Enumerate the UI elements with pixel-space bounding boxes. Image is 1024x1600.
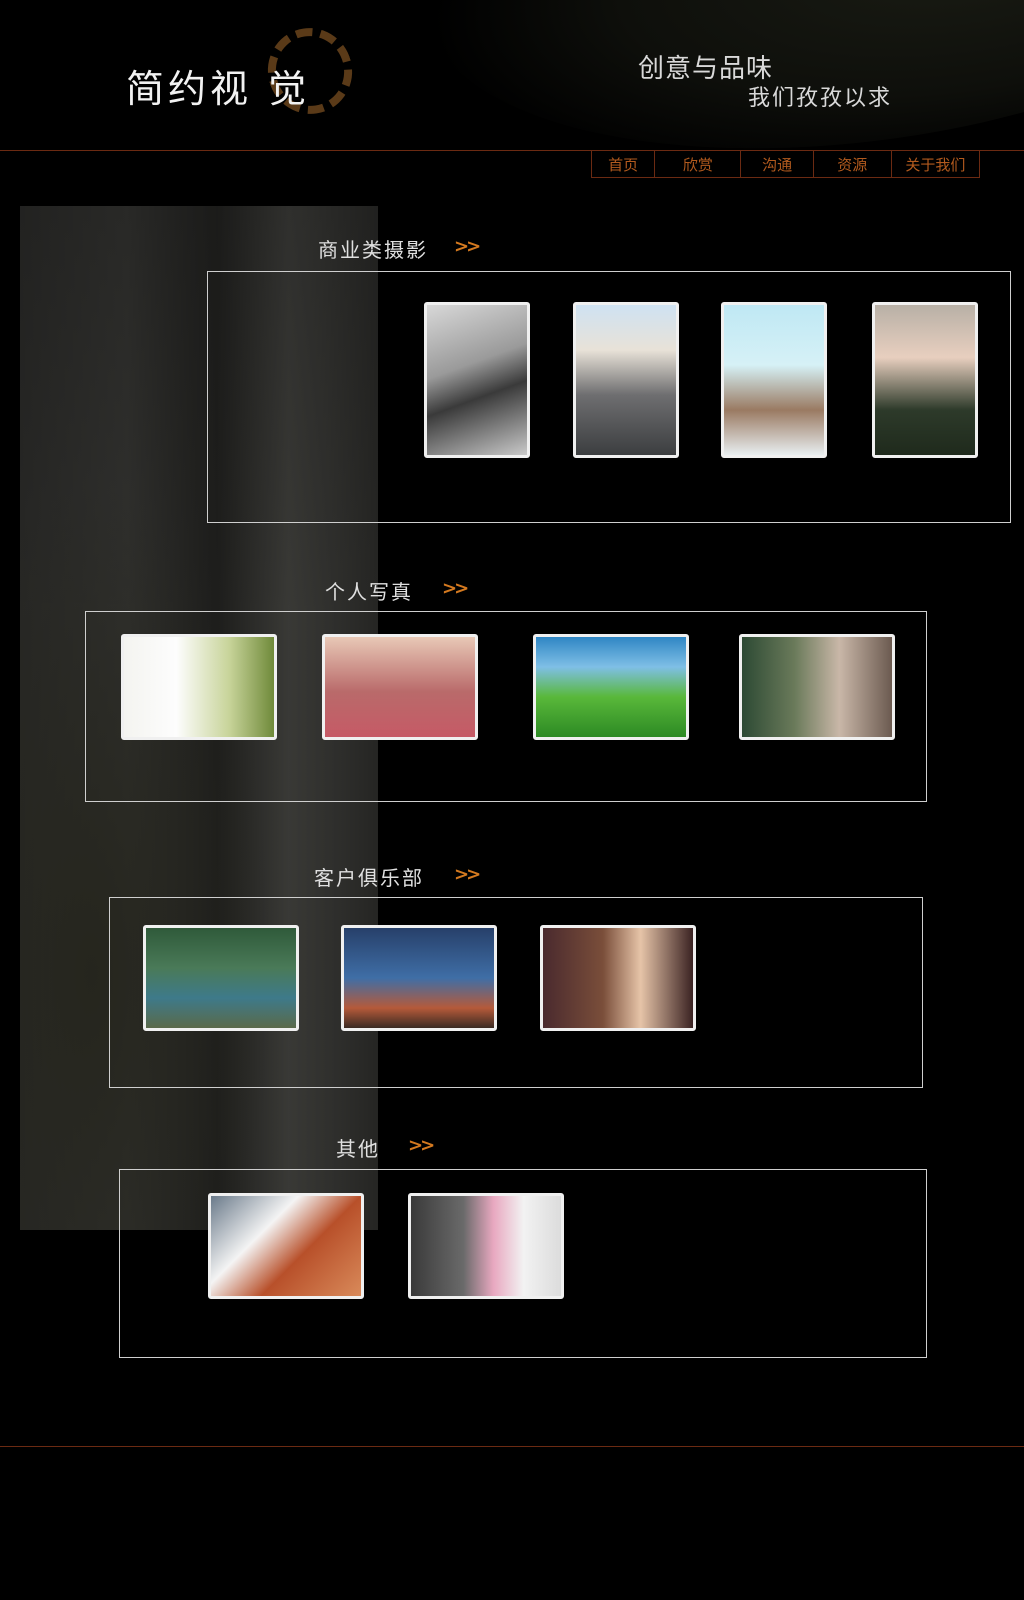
footer-divider [0,1446,1024,1447]
photo-thumbnail[interactable] [341,925,497,1031]
section-more-client-club-icon[interactable]: >> [454,864,481,885]
section-title-client-club: 客户俱乐部 [314,866,424,890]
nav-item-home[interactable]: 首页 [592,151,656,177]
photo-thumbnail[interactable] [721,302,827,458]
photo-thumbnail[interactable] [143,925,299,1031]
section-title-other: 其他 [336,1137,380,1161]
photo-thumbnail[interactable] [739,634,895,740]
nav-item-gallery[interactable]: 欣赏 [655,151,742,177]
photo-thumbnail[interactable] [533,634,689,740]
photo-thumbnail[interactable] [408,1193,564,1299]
photo-thumbnail[interactable] [322,634,478,740]
photo-thumbnail[interactable] [121,634,277,740]
site-logo[interactable]: 简约视 觉 [126,58,310,113]
nav-item-about[interactable]: 关于我们 [892,151,979,177]
main-nav: 首页 欣赏 沟通 资源 关于我们 [591,151,980,178]
nav-item-resources[interactable]: 资源 [814,151,892,177]
section-more-commercial-icon[interactable]: >> [454,236,481,257]
tagline-secondary: 我们孜孜以求 [748,86,893,111]
section-title-portrait: 个人写真 [325,580,413,604]
photo-thumbnail[interactable] [424,302,530,458]
photo-thumbnail[interactable] [540,925,696,1031]
section-title-commercial: 商业类摄影 [318,238,428,262]
photo-thumbnail[interactable] [208,1193,364,1299]
section-more-other-icon[interactable]: >> [408,1135,435,1156]
nav-item-contact[interactable]: 沟通 [741,151,814,177]
photo-thumbnail[interactable] [573,302,679,458]
site-header: 简约视 觉 创意与品味 我们孜孜以求 [0,0,1024,150]
section-more-portrait-icon[interactable]: >> [442,578,469,599]
photo-thumbnail[interactable] [872,302,978,458]
